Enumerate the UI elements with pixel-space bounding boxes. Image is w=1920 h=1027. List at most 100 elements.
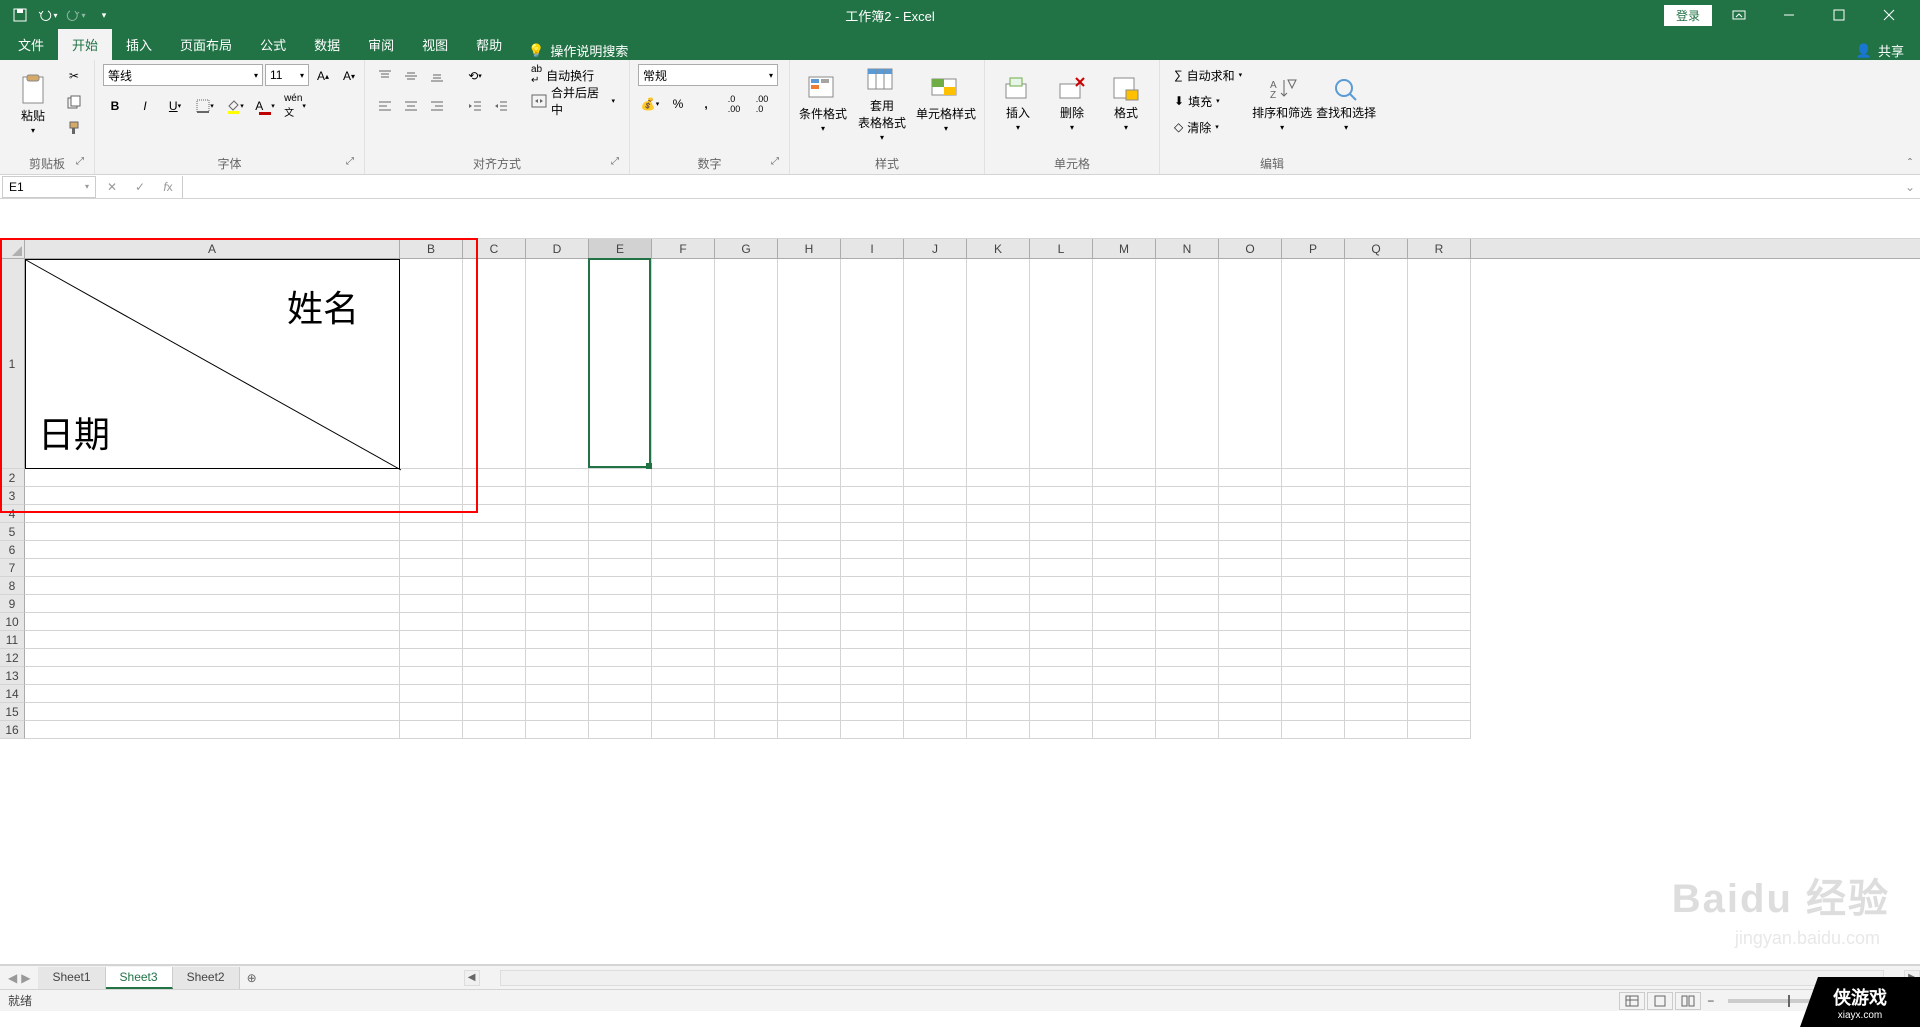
align-right-button[interactable] <box>425 94 449 118</box>
cell-O7[interactable] <box>1219 559 1282 577</box>
cell-I1[interactable] <box>841 259 904 469</box>
fx-icon[interactable]: fx <box>154 176 182 198</box>
cell-Q11[interactable] <box>1345 631 1408 649</box>
cell-F1[interactable] <box>652 259 715 469</box>
ribbon-options-icon[interactable] <box>1716 0 1762 30</box>
cell-H6[interactable] <box>778 541 841 559</box>
cell-J2[interactable] <box>904 469 967 487</box>
cell-I6[interactable] <box>841 541 904 559</box>
cell-Q5[interactable] <box>1345 523 1408 541</box>
cell-K1[interactable] <box>967 259 1030 469</box>
cell-H1[interactable] <box>778 259 841 469</box>
column-header-F[interactable]: F <box>652 239 715 258</box>
cell-G6[interactable] <box>715 541 778 559</box>
cell-J11[interactable] <box>904 631 967 649</box>
cell-F4[interactable] <box>652 505 715 523</box>
cell-I9[interactable] <box>841 595 904 613</box>
cell-R13[interactable] <box>1408 667 1471 685</box>
cell-H8[interactable] <box>778 577 841 595</box>
cell-R5[interactable] <box>1408 523 1471 541</box>
cell-B16[interactable] <box>400 721 463 739</box>
share-button[interactable]: 👤 共享 <box>1856 41 1920 60</box>
cell-H13[interactable] <box>778 667 841 685</box>
italic-button[interactable]: I <box>133 94 157 118</box>
cell-P3[interactable] <box>1282 487 1345 505</box>
conditional-format-button[interactable]: 条件格式▾ <box>798 64 848 144</box>
cell-P11[interactable] <box>1282 631 1345 649</box>
cell-A4[interactable] <box>25 505 400 523</box>
cell-N6[interactable] <box>1156 541 1219 559</box>
cell-P6[interactable] <box>1282 541 1345 559</box>
column-header-D[interactable]: D <box>526 239 589 258</box>
clipboard-launcher-icon[interactable]: ⤢ <box>76 156 90 170</box>
column-header-N[interactable]: N <box>1156 239 1219 258</box>
expand-formula-bar-icon[interactable]: ⌄ <box>1900 180 1920 194</box>
cell-A12[interactable] <box>25 649 400 667</box>
cell-K12[interactable] <box>967 649 1030 667</box>
row-header-6[interactable]: 6 <box>0 541 25 559</box>
cut-button[interactable]: ✂ <box>62 64 86 88</box>
number-format-combo[interactable]: 常规▾ <box>638 64 778 86</box>
cell-K7[interactable] <box>967 559 1030 577</box>
cell-H3[interactable] <box>778 487 841 505</box>
cell-O1[interactable] <box>1219 259 1282 469</box>
cell-L7[interactable] <box>1030 559 1093 577</box>
cell-O16[interactable] <box>1219 721 1282 739</box>
cell-C12[interactable] <box>463 649 526 667</box>
alignment-launcher-icon[interactable]: ⤢ <box>611 156 625 170</box>
cell-K11[interactable] <box>967 631 1030 649</box>
copy-button[interactable] <box>62 90 86 114</box>
accounting-button[interactable]: 💰▾ <box>638 92 662 116</box>
cell-G4[interactable] <box>715 505 778 523</box>
cell-O10[interactable] <box>1219 613 1282 631</box>
cell-E5[interactable] <box>589 523 652 541</box>
cell-A15[interactable] <box>25 703 400 721</box>
cell-I10[interactable] <box>841 613 904 631</box>
cell-B11[interactable] <box>400 631 463 649</box>
cell-D14[interactable] <box>526 685 589 703</box>
comma-button[interactable]: , <box>694 92 718 116</box>
cell-F15[interactable] <box>652 703 715 721</box>
cell-A7[interactable] <box>25 559 400 577</box>
cell-H2[interactable] <box>778 469 841 487</box>
spreadsheet-grid[interactable]: ABCDEFGHIJKLMNOPQR 123456789101112131415… <box>0 199 1920 965</box>
cell-G2[interactable] <box>715 469 778 487</box>
cell-styles-button[interactable]: 单元格样式▾ <box>916 64 976 144</box>
column-header-B[interactable]: B <box>400 239 463 258</box>
cell-Q2[interactable] <box>1345 469 1408 487</box>
cell-O15[interactable] <box>1219 703 1282 721</box>
cancel-formula-icon[interactable]: ✕ <box>98 176 126 198</box>
tab-pagelayout[interactable]: 页面布局 <box>166 29 246 60</box>
cell-G16[interactable] <box>715 721 778 739</box>
cell-E2[interactable] <box>589 469 652 487</box>
cell-R10[interactable] <box>1408 613 1471 631</box>
column-header-C[interactable]: C <box>463 239 526 258</box>
cell-B2[interactable] <box>400 469 463 487</box>
align-bottom-button[interactable] <box>425 64 449 88</box>
cell-E10[interactable] <box>589 613 652 631</box>
cell-A13[interactable] <box>25 667 400 685</box>
cell-G12[interactable] <box>715 649 778 667</box>
cell-B7[interactable] <box>400 559 463 577</box>
cell-J14[interactable] <box>904 685 967 703</box>
column-header-P[interactable]: P <box>1282 239 1345 258</box>
tab-home[interactable]: 开始 <box>58 29 112 60</box>
cell-M3[interactable] <box>1093 487 1156 505</box>
format-painter-button[interactable] <box>62 116 86 140</box>
cell-B12[interactable] <box>400 649 463 667</box>
row-header-12[interactable]: 12 <box>0 649 25 667</box>
cell-L12[interactable] <box>1030 649 1093 667</box>
row-header-8[interactable]: 8 <box>0 577 25 595</box>
cell-D13[interactable] <box>526 667 589 685</box>
cell-R2[interactable] <box>1408 469 1471 487</box>
cell-G13[interactable] <box>715 667 778 685</box>
cell-P9[interactable] <box>1282 595 1345 613</box>
cell-Q9[interactable] <box>1345 595 1408 613</box>
cell-M8[interactable] <box>1093 577 1156 595</box>
cell-Q10[interactable] <box>1345 613 1408 631</box>
cell-Q7[interactable] <box>1345 559 1408 577</box>
row-header-14[interactable]: 14 <box>0 685 25 703</box>
name-box[interactable]: E1▾ <box>2 176 96 198</box>
cell-B8[interactable] <box>400 577 463 595</box>
cell-G10[interactable] <box>715 613 778 631</box>
